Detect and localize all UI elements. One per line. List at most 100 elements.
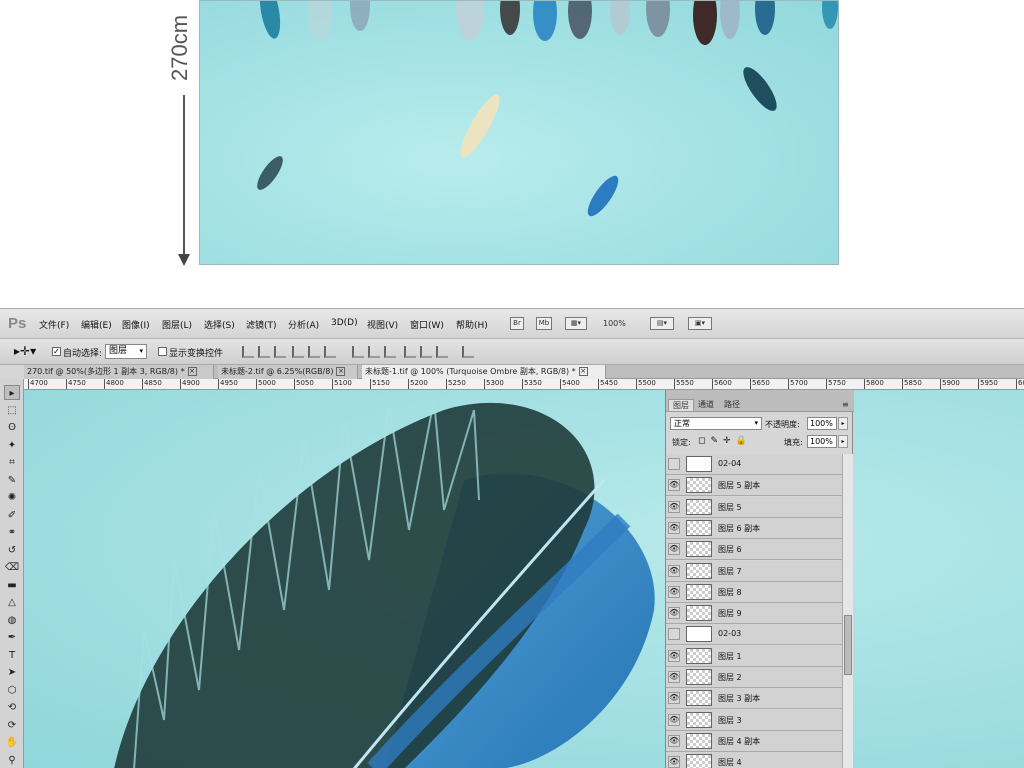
layer-row[interactable]: 👁 图层 2 xyxy=(666,667,842,688)
bridge-button[interactable]: Br xyxy=(510,317,524,330)
layer-row[interactable]: 👁 图层 3 xyxy=(666,709,842,731)
layer-row[interactable]: 👁 图层 1 xyxy=(666,645,842,667)
eyedropper-tool-icon[interactable]: ✎ xyxy=(4,473,20,488)
pen-tool-icon[interactable]: ✒ xyxy=(4,630,20,645)
healing-tool-icon[interactable]: ✺ xyxy=(4,490,20,505)
eye-icon[interactable]: 👁 xyxy=(668,543,680,556)
view-extras-icon[interactable]: ▦▾ xyxy=(565,317,587,330)
eraser-tool-icon[interactable]: ⌫ xyxy=(4,560,20,575)
eye-icon[interactable]: 👁 xyxy=(668,713,680,726)
menu-analysis[interactable]: 分析(A) xyxy=(288,318,319,331)
panel-collapse-bar[interactable] xyxy=(666,390,854,398)
fill-input[interactable]: 100% xyxy=(807,435,837,448)
layer-row[interactable]: 👁 图层 6 副本 xyxy=(666,517,842,539)
layer-row[interactable]: 👁 图层 7 xyxy=(666,560,842,582)
scrollbar-thumb[interactable] xyxy=(844,615,852,675)
menu-help[interactable]: 帮助(H) xyxy=(456,318,488,331)
history-brush-tool-icon[interactable]: ↺ xyxy=(4,543,20,558)
clone-tool-icon[interactable]: ⚭ xyxy=(4,525,20,540)
eye-icon[interactable]: 👁 xyxy=(668,585,680,598)
gradient-tool-icon[interactable]: ▬ xyxy=(4,578,20,593)
layer-row[interactable]: 02-03 xyxy=(666,624,842,646)
layer-row[interactable]: 👁 图层 9 xyxy=(666,603,842,625)
eye-icon[interactable]: 👁 xyxy=(668,734,680,747)
tab-layers[interactable]: 图层 xyxy=(668,399,694,411)
crop-tool-icon[interactable]: ⌗ xyxy=(4,455,20,470)
eye-icon[interactable]: 👁 xyxy=(668,564,680,577)
dodge-tool-icon[interactable]: ◍ xyxy=(4,613,20,628)
menu-layer[interactable]: 图层(L) xyxy=(162,318,192,331)
show-transform-checkbox[interactable] xyxy=(158,347,167,356)
close-icon[interactable]: × xyxy=(578,367,588,376)
3d-rotate-tool-icon[interactable]: ⟲ xyxy=(4,700,20,715)
eye-icon[interactable]: 👁 xyxy=(668,500,680,513)
layer-row[interactable]: 👁 图层 4 副本 xyxy=(666,730,842,752)
tab-untitled-2[interactable]: 未标题-2.tif @ 6.25%(RGB/8) × xyxy=(218,365,358,379)
zoom-level[interactable]: 100% xyxy=(603,319,626,328)
eye-icon[interactable]: 👁 xyxy=(668,756,680,768)
screen-mode-icon[interactable]: ▣▾ xyxy=(688,317,712,330)
eye-hidden-icon[interactable] xyxy=(668,628,680,641)
lasso-tool-icon[interactable]: ʘ xyxy=(4,420,20,435)
align-left-icon[interactable] xyxy=(292,346,304,358)
lock-icons[interactable]: ◻✎✛🔒 xyxy=(698,436,752,446)
path-select-tool-icon[interactable]: ➤ xyxy=(4,665,20,680)
zoom-tool-icon[interactable]: ⚲ xyxy=(4,753,20,768)
align-vcenter-icon[interactable] xyxy=(258,346,270,358)
distribute-top-icon[interactable] xyxy=(352,346,364,358)
menu-view[interactable]: 视图(V) xyxy=(367,318,398,331)
tab-untitled-1[interactable]: 未标题-1.tif @ 100% (Turquoise Ombre 副本, RG… xyxy=(362,365,606,379)
auto-select-checkbox[interactable]: ✓ xyxy=(52,347,61,356)
menu-filter[interactable]: 滤镜(T) xyxy=(246,318,277,331)
move-tool-icon[interactable]: ▸ xyxy=(4,385,20,400)
menu-image[interactable]: 图像(I) xyxy=(122,318,150,331)
tab-doc-270[interactable]: 270.tif @ 50%(多边形 1 副本 3, RGB/8) * × xyxy=(24,365,214,379)
eye-icon[interactable]: 👁 xyxy=(668,649,680,662)
menu-select[interactable]: 选择(S) xyxy=(204,318,235,331)
eye-icon[interactable]: 👁 xyxy=(668,479,680,492)
distribute-left-icon[interactable] xyxy=(404,346,416,358)
close-icon[interactable]: × xyxy=(187,367,197,376)
auto-select-dropdown[interactable]: 图层 ▾ xyxy=(105,344,147,359)
align-hcenter-icon[interactable] xyxy=(308,346,320,358)
distribute-bottom-icon[interactable] xyxy=(384,346,396,358)
distribute-right-icon[interactable] xyxy=(436,346,448,358)
auto-align-icon[interactable] xyxy=(462,346,474,358)
layers-scrollbar[interactable] xyxy=(842,454,853,768)
mini-bridge-button[interactable]: Mb xyxy=(536,317,552,330)
eye-hidden-icon[interactable] xyxy=(668,458,680,470)
menu-window[interactable]: 窗口(W) xyxy=(410,318,444,331)
align-top-icon[interactable] xyxy=(242,346,254,358)
align-right-icon[interactable] xyxy=(324,346,336,358)
fill-arrow-icon[interactable]: ▸ xyxy=(838,435,848,448)
hand-tool-icon[interactable]: ✋ xyxy=(4,735,20,750)
align-bottom-icon[interactable] xyxy=(274,346,286,358)
eye-icon[interactable]: 👁 xyxy=(668,692,680,705)
tab-channels[interactable]: 通道 xyxy=(694,399,718,411)
layer-row[interactable]: 👁 图层 4 xyxy=(666,752,842,768)
blur-tool-icon[interactable]: △ xyxy=(4,595,20,610)
shape-tool-icon[interactable]: ⬡ xyxy=(4,683,20,698)
distribute-hcenter-icon[interactable] xyxy=(420,346,432,358)
layer-row[interactable]: 👁 图层 5 xyxy=(666,496,842,518)
marquee-tool-icon[interactable]: ⬚ xyxy=(4,403,20,418)
panel-menu-icon[interactable]: ≡ xyxy=(838,399,853,411)
eye-icon[interactable]: 👁 xyxy=(668,521,680,534)
layer-row[interactable]: 👁 图层 8 xyxy=(666,581,842,603)
layer-row[interactable]: 👁 图层 3 副本 xyxy=(666,688,842,710)
quick-select-tool-icon[interactable]: ✦ xyxy=(4,438,20,453)
close-icon[interactable]: × xyxy=(336,367,346,376)
distribute-vcenter-icon[interactable] xyxy=(368,346,380,358)
type-tool-icon[interactable]: T xyxy=(4,648,20,663)
layer-row[interactable]: 👁 图层 5 副本 xyxy=(666,475,842,497)
arrange-documents-icon[interactable]: ▤▾ xyxy=(650,317,674,330)
menu-3d[interactable]: 3D(D) xyxy=(331,318,358,328)
layer-row[interactable]: 02-04 xyxy=(666,454,842,475)
eye-icon[interactable]: 👁 xyxy=(668,607,680,620)
brush-tool-icon[interactable]: ✐ xyxy=(4,508,20,523)
tab-paths[interactable]: 路径 xyxy=(720,399,744,411)
document-canvas[interactable] xyxy=(24,390,1024,768)
3d-orbit-tool-icon[interactable]: ⟳ xyxy=(4,718,20,733)
menu-edit[interactable]: 编辑(E) xyxy=(81,318,112,331)
opacity-arrow-icon[interactable]: ▸ xyxy=(838,417,848,430)
